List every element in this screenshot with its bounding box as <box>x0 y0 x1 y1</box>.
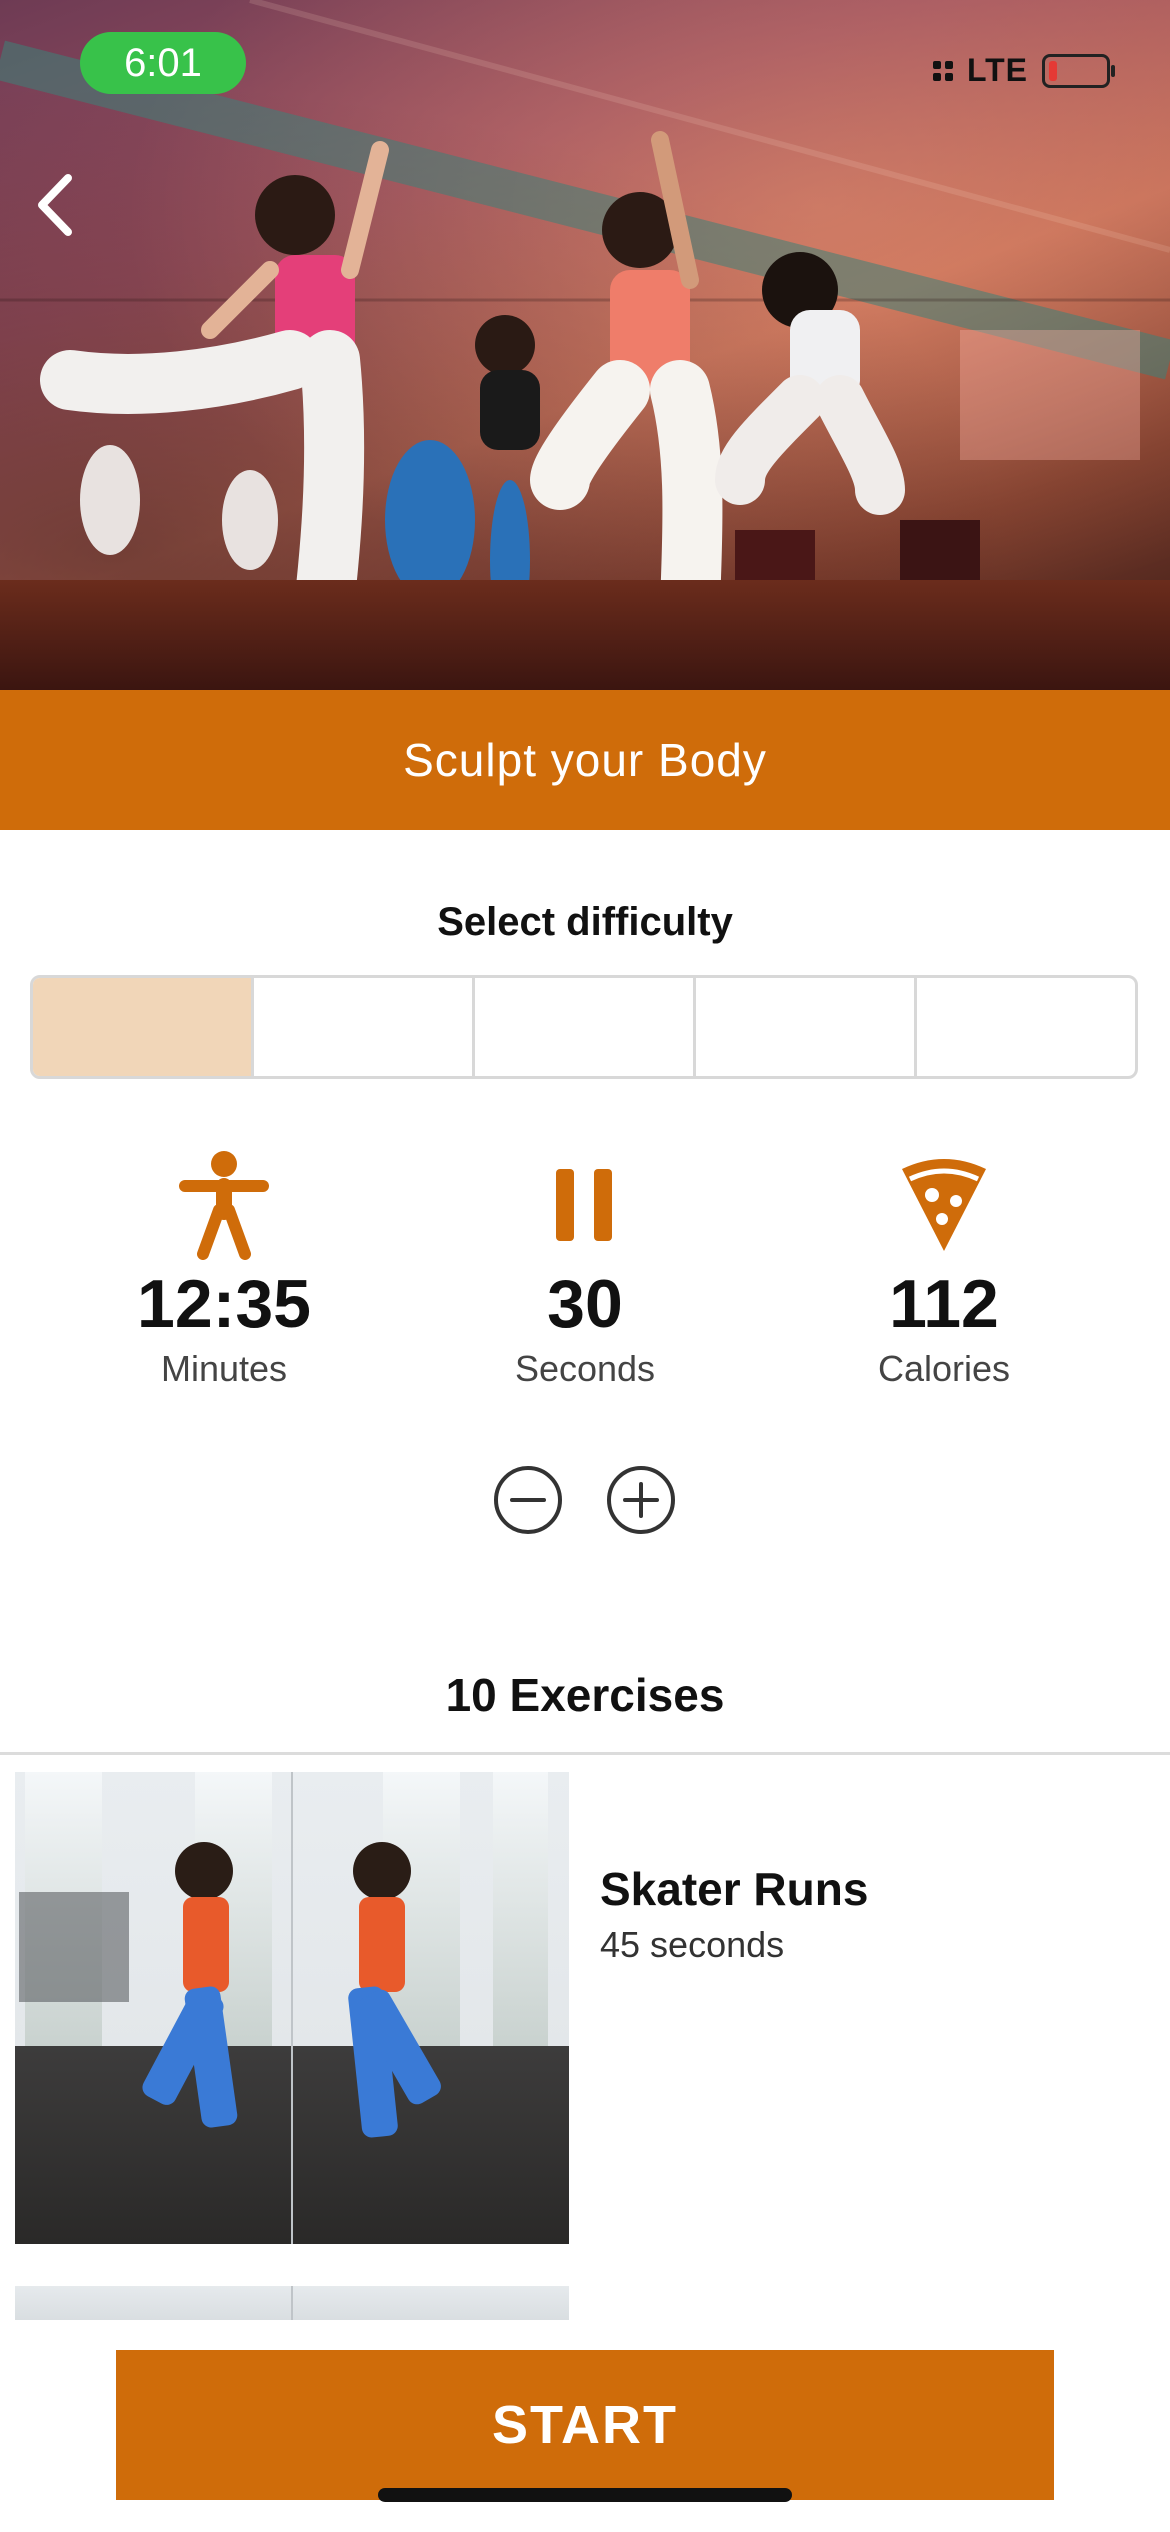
stat-duration-unit: Minutes <box>160 1348 288 1389</box>
back-button[interactable] <box>26 170 86 240</box>
stat-duration: 12:35 Minutes <box>44 1150 404 1390</box>
difficulty-selector <box>30 975 1138 1079</box>
status-indicators: LTE <box>932 52 1115 89</box>
start-button[interactable]: START <box>116 2350 1054 2500</box>
signal-icon <box>932 60 953 81</box>
exercise-duration: 45 seconds <box>600 1924 785 1965</box>
exercise-item[interactable]: Skater Runs 45 seconds <box>0 1772 1170 2244</box>
figure-icon <box>179 1151 269 1260</box>
exercise-name: Skater Runs <box>600 1863 869 1915</box>
difficulty-level-4[interactable] <box>696 978 917 1076</box>
difficulty-level-2[interactable] <box>254 978 475 1076</box>
exercise-thumbnail-partial[interactable] <box>15 2286 569 2320</box>
hero-image: 6:01 LTE <box>0 0 1170 690</box>
stat-rest-unit: Seconds <box>514 1348 656 1389</box>
hero-floor <box>0 580 1170 690</box>
plus-circle-icon <box>607 1466 675 1534</box>
increase-button[interactable] <box>605 1464 677 1536</box>
network-label: LTE <box>966 52 1028 88</box>
minus-circle-icon <box>494 1466 562 1534</box>
home-indicator[interactable] <box>378 2488 792 2502</box>
stat-duration-value: 12:35 <box>137 1266 311 1342</box>
exercise-thumbnail <box>15 1772 569 2244</box>
difficulty-label: Select difficulty <box>437 900 733 944</box>
pause-icon <box>556 1169 612 1241</box>
stat-calories-value: 112 <box>889 1266 999 1342</box>
stat-calories-unit: Calories <box>877 1348 1011 1389</box>
stat-calories: 112 Calories <box>764 1150 1124 1390</box>
battery-icon <box>1042 53 1115 88</box>
exercise-count: 10 Exercises <box>445 1669 725 1721</box>
workout-title-bar: Sculpt your Body <box>0 690 1170 830</box>
divider <box>0 1752 1170 1755</box>
workout-title: Sculpt your Body <box>403 734 767 786</box>
status-time: 6:01 <box>80 32 246 94</box>
difficulty-level-3[interactable] <box>475 978 696 1076</box>
difficulty-level-5[interactable] <box>917 978 1135 1076</box>
stat-rest: 30 Seconds <box>405 1150 765 1390</box>
stat-rest-value: 30 <box>547 1266 623 1342</box>
chevron-left-icon <box>38 174 72 236</box>
difficulty-level-1[interactable] <box>33 978 254 1076</box>
pizza-icon <box>902 1159 986 1251</box>
decrease-button[interactable] <box>492 1464 564 1536</box>
